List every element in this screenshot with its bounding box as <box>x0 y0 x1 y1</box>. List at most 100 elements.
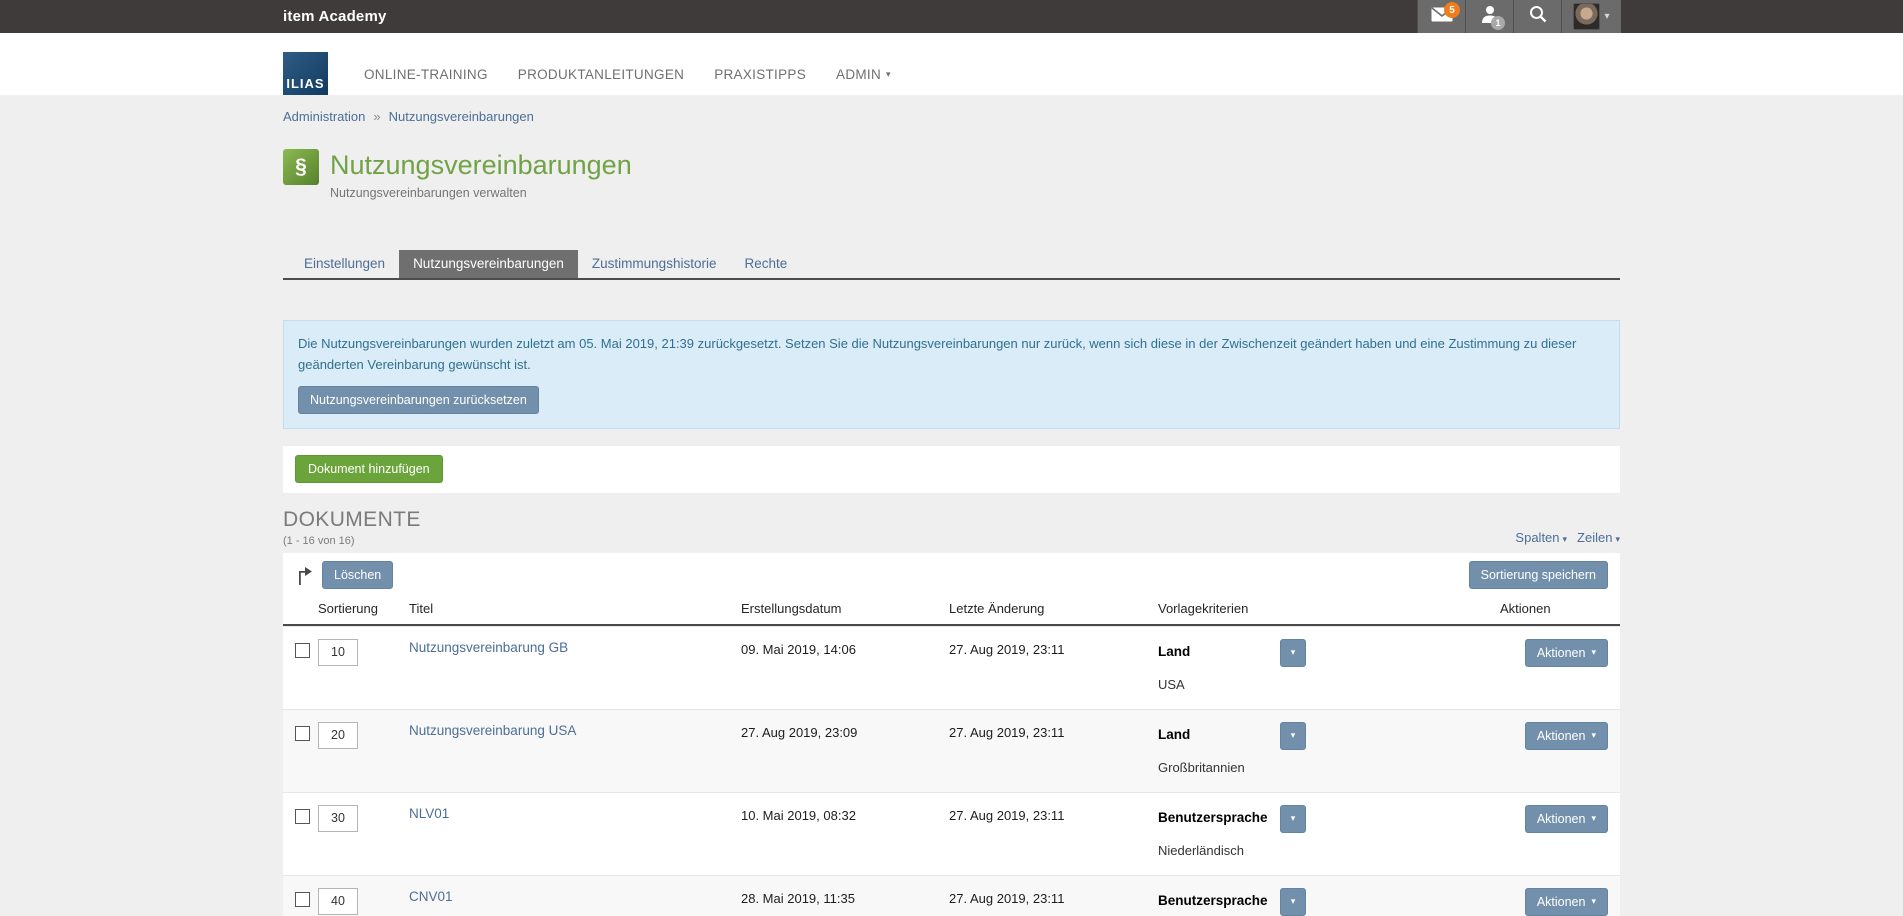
column-header-aktionen: Aktionen <box>1500 597 1608 624</box>
who-is-online-button[interactable]: 1 <box>1465 0 1513 33</box>
tab-zustimmungshistorie[interactable]: Zustimmungshistorie <box>578 250 731 278</box>
criterion-label: Land <box>1158 722 1280 742</box>
breadcrumb-nutzungsvereinbarungen[interactable]: Nutzungsvereinbarungen <box>389 109 534 124</box>
caret-down-icon: ▾ <box>1291 730 1296 741</box>
terms-of-service-icon: § <box>283 149 319 185</box>
table-row: NLV01 10. Mai 2019, 08:32 27. Aug 2019, … <box>283 792 1620 875</box>
criterion-value: Niederländisch <box>1158 843 1500 858</box>
caret-down-icon: ▾ <box>1591 813 1596 824</box>
document-title-link[interactable]: Nutzungsvereinbarung USA <box>409 723 576 738</box>
document-toolbar: Dokument hinzufügen <box>283 446 1620 493</box>
info-message-text: Die Nutzungsvereinbarungen wurden zuletz… <box>298 334 1588 376</box>
row-actions-button[interactable]: Aktionen▾ <box>1525 805 1608 833</box>
caret-down-icon: ▾ <box>1591 647 1596 658</box>
criterion-value: USA <box>1158 677 1500 692</box>
page-title-block: § Nutzungsvereinbarungen Nutzungsvereinb… <box>283 149 1620 200</box>
documents-table: Löschen Sortierung speichern Sortierung … <box>283 553 1620 916</box>
documents-range: (1 - 16 von 16) <box>283 535 421 547</box>
created-date: 28. Mai 2019, 11:35 <box>741 888 949 916</box>
tab-nutzungsvereinbarungen[interactable]: Nutzungsvereinbarungen <box>399 250 578 278</box>
document-title-link[interactable]: NLV01 <box>409 806 449 821</box>
search-button[interactable] <box>1513 0 1561 33</box>
caret-down-icon: ▾ <box>1591 730 1596 741</box>
column-header-erstellungsdatum: Erstellungsdatum <box>741 597 949 624</box>
modified-date: 27. Aug 2019, 23:11 <box>949 805 1158 875</box>
breadcrumb-administration[interactable]: Administration <box>283 109 365 124</box>
column-header-letzte-aenderung: Letzte Änderung <box>949 597 1158 624</box>
table-header-row: Sortierung Titel Erstellungsdatum Letzte… <box>283 597 1620 626</box>
mail-button[interactable]: 5 <box>1417 0 1465 33</box>
sort-order-input[interactable] <box>318 639 358 666</box>
caret-down-icon: ▾ <box>1291 647 1296 658</box>
nav-item-praxistipps[interactable]: PRAXISTIPPS <box>714 67 806 82</box>
table-row: CNV01 28. Mai 2019, 11:35 27. Aug 2019, … <box>283 875 1620 916</box>
table-command-row: Löschen Sortierung speichern <box>283 553 1620 597</box>
created-date: 09. Mai 2019, 14:06 <box>741 639 949 709</box>
rows-dropdown[interactable]: Zeilen▾ <box>1577 530 1620 545</box>
column-header-sortierung: Sortierung <box>318 597 409 624</box>
column-header-vorlagekriterien: Vorlagekriterien <box>1158 597 1500 624</box>
table-row: Nutzungsvereinbarung GB 09. Mai 2019, 14… <box>283 626 1620 709</box>
tab-rechte[interactable]: Rechte <box>730 250 801 278</box>
info-message-box: Die Nutzungsvereinbarungen wurden zuletz… <box>283 320 1620 429</box>
documents-heading-row: DOKUMENTE (1 - 16 von 16) Spalten▾ Zeile… <box>283 508 1620 547</box>
modified-date: 27. Aug 2019, 23:11 <box>949 888 1158 916</box>
column-header-titel: Titel <box>409 597 741 624</box>
breadcrumb-separator: » <box>373 109 380 124</box>
caret-down-icon: ▾ <box>1591 896 1596 907</box>
row-checkbox[interactable] <box>295 726 310 741</box>
topbar-actions: 5 1 ▾ <box>1417 0 1621 33</box>
criterion-dropdown-button[interactable]: ▾ <box>1280 722 1306 750</box>
main-nav: ONLINE-TRAINING PRODUKTANLEITUNGEN PRAXI… <box>364 67 891 95</box>
tab-einstellungen[interactable]: Einstellungen <box>290 250 399 278</box>
main-header: ILIAS ONLINE-TRAINING PRODUKTANLEITUNGEN… <box>0 33 1903 95</box>
table-row: Nutzungsvereinbarung USA 27. Aug 2019, 2… <box>283 709 1620 792</box>
documents-heading: DOKUMENTE <box>283 508 421 532</box>
row-checkbox[interactable] <box>295 809 310 824</box>
ilias-logo[interactable]: ILIAS <box>283 52 328 95</box>
save-sorting-button[interactable]: Sortierung speichern <box>1469 561 1608 589</box>
nav-item-admin[interactable]: ADMIN▾ <box>836 67 891 82</box>
sort-order-input[interactable] <box>318 722 358 749</box>
created-date: 10. Mai 2019, 08:32 <box>741 805 949 875</box>
document-title-link[interactable]: Nutzungsvereinbarung GB <box>409 640 568 655</box>
criterion-dropdown-button[interactable]: ▾ <box>1280 888 1306 916</box>
criterion-label: Land <box>1158 639 1280 659</box>
nav-item-produktanleitungen[interactable]: PRODUKTANLEITUNGEN <box>518 67 684 82</box>
caret-down-icon: ▾ <box>886 69 891 80</box>
row-actions-button[interactable]: Aktionen▾ <box>1525 639 1608 667</box>
delete-button[interactable]: Löschen <box>322 561 393 589</box>
sort-order-input[interactable] <box>318 805 358 832</box>
columns-dropdown[interactable]: Spalten▾ <box>1515 530 1567 545</box>
add-document-button[interactable]: Dokument hinzufügen <box>295 455 443 483</box>
criterion-dropdown-button[interactable]: ▾ <box>1280 639 1306 667</box>
criterion-value: Großbritannien <box>1158 760 1500 775</box>
nav-item-online-training[interactable]: ONLINE-TRAINING <box>364 67 488 82</box>
caret-down-icon: ▾ <box>1291 813 1296 824</box>
page-subtitle: Nutzungsvereinbarungen verwalten <box>330 186 632 200</box>
modified-date: 27. Aug 2019, 23:11 <box>949 639 1158 709</box>
select-all-arrow-icon[interactable] <box>295 565 313 585</box>
search-icon <box>1529 5 1547 28</box>
row-checkbox[interactable] <box>295 892 310 907</box>
caret-down-icon: ▾ <box>1563 534 1568 544</box>
criterion-label: Benutzersprache <box>1158 805 1280 825</box>
user-avatar <box>1573 3 1600 30</box>
online-count-badge: 1 <box>1491 16 1505 30</box>
row-checkbox[interactable] <box>295 643 310 658</box>
reset-agreements-button[interactable]: Nutzungsvereinbarungen zurücksetzen <box>298 386 539 414</box>
tab-bar: Einstellungen Nutzungsvereinbarungen Zus… <box>283 250 1620 280</box>
user-menu-button[interactable]: ▾ <box>1561 0 1621 33</box>
caret-down-icon: ▾ <box>1604 11 1609 22</box>
modified-date: 27. Aug 2019, 23:11 <box>949 722 1158 792</box>
criterion-dropdown-button[interactable]: ▾ <box>1280 805 1306 833</box>
row-actions-button[interactable]: Aktionen▾ <box>1525 722 1608 750</box>
sort-order-input[interactable] <box>318 888 358 915</box>
created-date: 27. Aug 2019, 23:09 <box>741 722 949 792</box>
document-title-link[interactable]: CNV01 <box>409 889 453 904</box>
criterion-label: Benutzersprache <box>1158 888 1280 908</box>
app-title: item Academy <box>283 8 387 25</box>
breadcrumb: Administration » Nutzungsvereinbarungen <box>283 95 1620 124</box>
row-actions-button[interactable]: Aktionen▾ <box>1525 888 1608 916</box>
caret-down-icon: ▾ <box>1615 534 1620 544</box>
